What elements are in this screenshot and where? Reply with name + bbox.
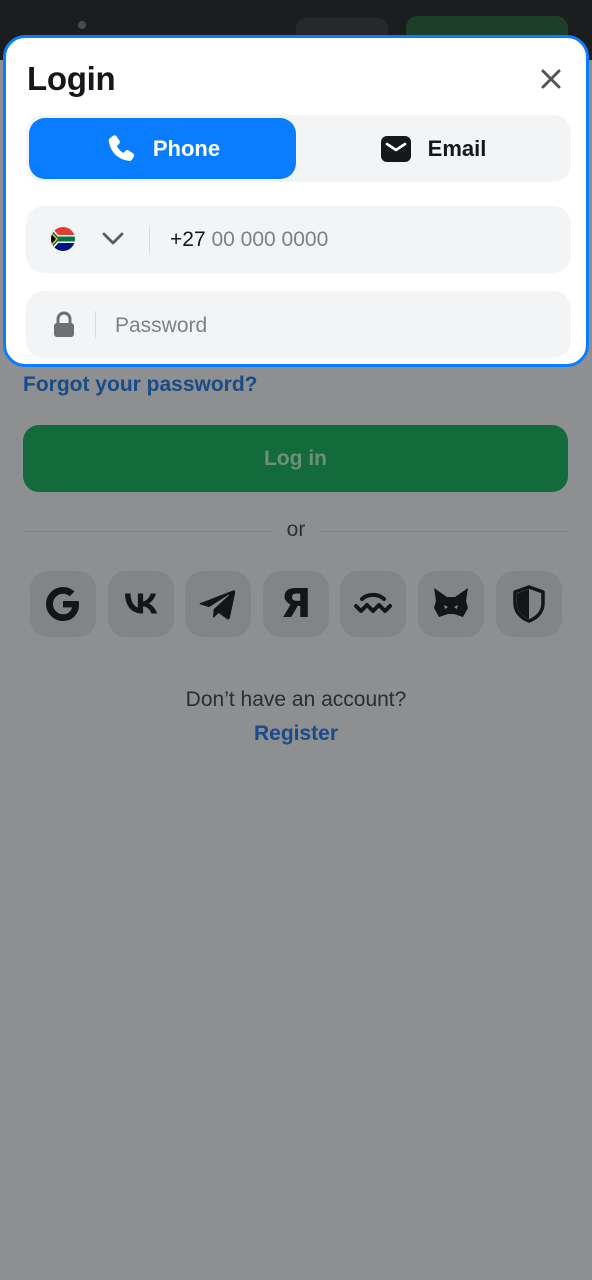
tab-phone[interactable]: Phone	[29, 118, 296, 179]
telegram-login-button[interactable]	[185, 571, 251, 637]
login-method-tabs: Phone Email	[26, 115, 571, 182]
phone-input[interactable]: +27 00 000 0000	[170, 226, 328, 254]
register-link[interactable]: Register	[0, 722, 592, 746]
field-divider	[95, 311, 96, 339]
metamask-login-button[interactable]	[418, 571, 484, 637]
dial-code: +27	[170, 228, 206, 251]
telegram-icon	[199, 590, 236, 620]
phone-icon	[108, 134, 135, 161]
metamask-icon	[434, 588, 468, 617]
no-account-text: Don’t have an account?	[185, 688, 407, 711]
password-input[interactable]	[113, 305, 547, 347]
yandex-login-button[interactable]: Я	[263, 571, 329, 637]
country-dropdown-button[interactable]	[101, 229, 125, 249]
tab-email-label: Email	[427, 135, 487, 161]
login-card: Login Phone Email +27 00 000 0000	[3, 35, 589, 367]
lock-icon	[54, 311, 74, 337]
close-icon	[541, 69, 561, 89]
field-divider	[149, 226, 150, 254]
login-button[interactable]: Log in	[23, 425, 568, 492]
south-africa-flag-icon[interactable]	[51, 227, 75, 251]
chevron-down-icon	[102, 232, 124, 245]
shield-icon	[513, 585, 545, 623]
or-separator: or	[286, 518, 306, 541]
password-field[interactable]	[26, 291, 571, 358]
tab-phone-label: Phone	[152, 135, 221, 161]
email-icon	[380, 135, 411, 162]
or-divider-right	[320, 531, 568, 532]
phone-placeholder: 00 000 0000	[211, 228, 329, 251]
phone-field[interactable]: +27 00 000 0000	[26, 206, 571, 273]
yandex-icon: Я	[280, 581, 312, 627]
walletconnect-icon	[354, 592, 392, 613]
google-login-button[interactable]	[30, 571, 96, 637]
vk-login-button[interactable]	[108, 571, 174, 637]
forgot-password-link[interactable]: Forgot your password?	[23, 373, 258, 397]
tab-email[interactable]: Email	[298, 118, 568, 179]
shield-login-button[interactable]	[496, 571, 562, 637]
close-button[interactable]	[536, 64, 566, 94]
vk-icon	[125, 593, 158, 614]
walletconnect-login-button[interactable]	[340, 571, 406, 637]
page-title: Login	[27, 60, 116, 97]
google-icon	[46, 587, 79, 621]
